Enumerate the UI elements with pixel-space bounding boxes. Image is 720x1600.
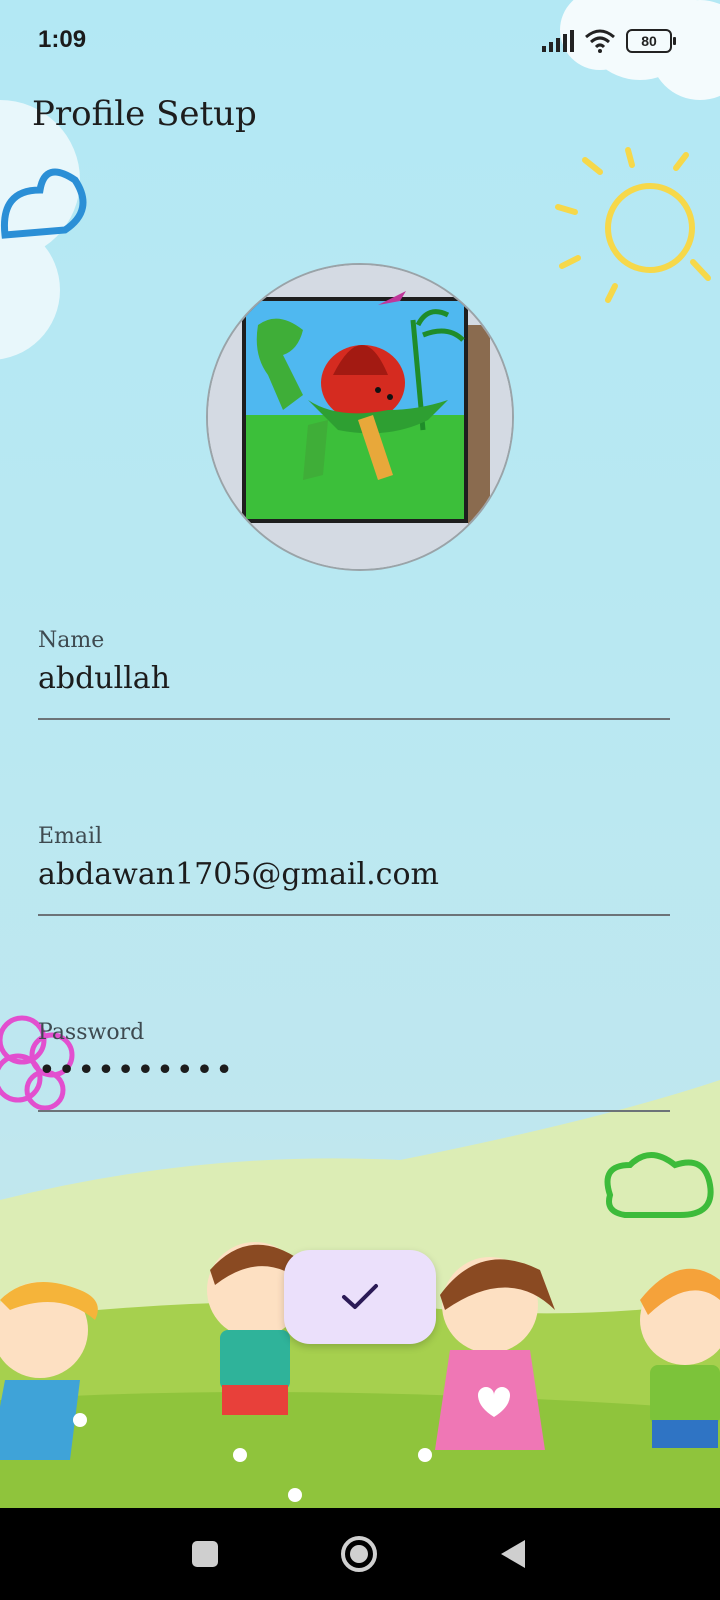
password-label: Password bbox=[38, 1020, 145, 1045]
name-input[interactable]: abdullah bbox=[38, 661, 670, 696]
back-triangle-icon bbox=[501, 1540, 525, 1568]
save-profile-button[interactable] bbox=[284, 1250, 436, 1344]
profile-avatar[interactable] bbox=[206, 263, 514, 571]
status-time: 1:09 bbox=[38, 26, 87, 53]
battery-icon: 80 bbox=[626, 29, 676, 53]
dinosaur-picture bbox=[208, 265, 512, 569]
home-circle-icon bbox=[341, 1536, 377, 1572]
email-field[interactable]: Email abdawan1705@gmail.com bbox=[38, 824, 670, 918]
signal-icon bbox=[542, 30, 574, 52]
password-input[interactable]: •••••••••• bbox=[38, 1053, 670, 1088]
email-input[interactable]: abdawan1705@gmail.com bbox=[38, 857, 670, 892]
page-title: Profile Setup bbox=[32, 94, 257, 134]
system-nav-bar bbox=[0, 1508, 720, 1600]
home-button[interactable] bbox=[314, 1508, 404, 1600]
status-bar: 1:09 80 bbox=[0, 0, 720, 80]
password-field[interactable]: Password •••••••••• bbox=[38, 1020, 670, 1114]
check-icon bbox=[342, 1284, 378, 1309]
recents-button[interactable] bbox=[160, 1508, 250, 1600]
sun bbox=[555, 147, 711, 303]
wifi-icon bbox=[585, 29, 615, 53]
password-underline bbox=[38, 1110, 670, 1112]
email-underline bbox=[38, 914, 670, 916]
name-underline bbox=[38, 718, 670, 720]
background-illustration bbox=[0, 0, 720, 1600]
back-button[interactable] bbox=[468, 1508, 558, 1600]
name-field[interactable]: Name abdullah bbox=[38, 628, 670, 722]
email-label: Email bbox=[38, 824, 103, 849]
recents-square-icon bbox=[192, 1541, 218, 1567]
name-label: Name bbox=[38, 628, 105, 653]
cloud-left bbox=[0, 100, 87, 360]
status-icons: 80 bbox=[542, 26, 676, 56]
